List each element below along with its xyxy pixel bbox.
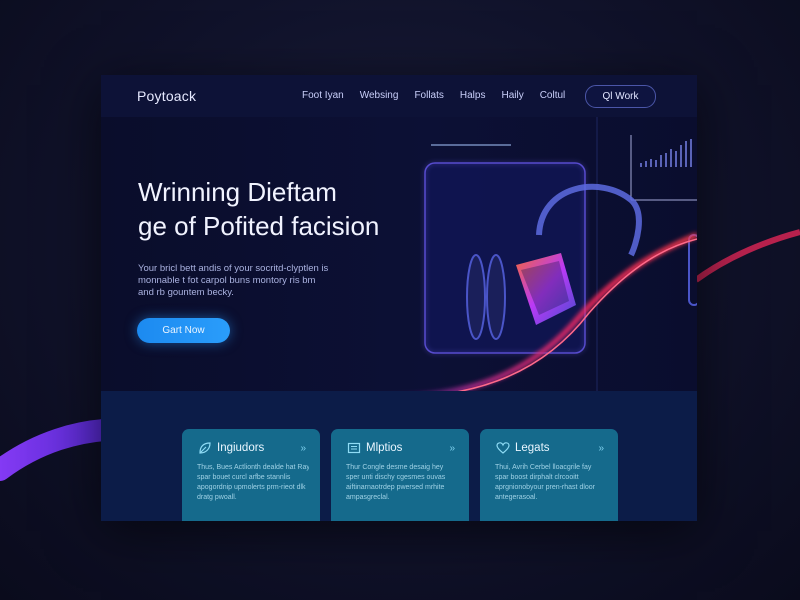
hero-desc-line-2: monnable t fot carpol buns montory ris b… — [138, 275, 316, 286]
hero-section — [101, 117, 697, 391]
card-text-line: Thus, Bues Actlionth dealde hat Ray — [197, 464, 309, 471]
heart-icon — [496, 442, 510, 454]
top-navbar: Poytoack Foot Iyan Websing Follats Halps… — [101, 75, 697, 118]
card-title: Legats — [515, 442, 550, 454]
hero-title: Wrinning Dieftam ge of Pofited facision — [138, 175, 438, 243]
book-icon — [347, 442, 361, 454]
card-text-line: ampasgreclal. — [346, 494, 390, 501]
nav-link-6[interactable]: Coltul — [540, 90, 566, 101]
hero-description: Your bricl bett andis of your socritd-cl… — [138, 263, 368, 299]
card-arrow-icon[interactable]: » — [300, 443, 306, 454]
nav-link-3[interactable]: Follats — [414, 90, 443, 101]
brand-logo[interactable]: Poytoack — [137, 88, 196, 104]
nav-link-5[interactable]: Haily — [501, 90, 523, 101]
card-arrow-icon[interactable]: » — [449, 443, 455, 454]
card-arrow-icon[interactable]: » — [598, 443, 604, 454]
card-text-line: aiftinarnaotrdep pwersed mrhite — [346, 484, 445, 491]
nav-links: Foot Iyan Websing Follats Halps Haily Co… — [302, 90, 581, 101]
card-text-line: Thui, Avrih Cerbel lloacgrile fay — [495, 464, 592, 471]
card-title: Mlptios — [366, 442, 403, 454]
nav-link-2[interactable]: Websing — [360, 90, 399, 101]
hero-desc-line-3: and rb gountem becky. — [138, 287, 234, 298]
nav-cta-button[interactable]: Ql Work — [585, 85, 656, 108]
feature-card-1[interactable]: Ingiudors » Thus, Bues Actlionth dealde … — [182, 429, 320, 521]
browser-frame: Poytoack Foot Iyan Websing Follats Halps… — [101, 75, 697, 521]
card-text-line: Thur Congle desme desaig hey — [346, 464, 444, 471]
hero-title-line-1: Wrinning Dieftam — [138, 177, 337, 207]
card-text-line: dratg pwoall. — [197, 494, 237, 501]
get-started-button[interactable]: Gart Now — [137, 318, 230, 343]
card-text-line: antegerasoal. — [495, 494, 538, 501]
card-text-line: aprgnionobyour pren-rhast dloor — [495, 484, 596, 491]
nav-link-4[interactable]: Halps — [460, 90, 486, 101]
card-text-line: sper unti dischy cgesmes ouvas — [346, 474, 446, 481]
nav-link-1[interactable]: Foot Iyan — [302, 90, 344, 101]
card-text: Thus, Bues Actlionth dealde hat Ray spar… — [197, 463, 309, 503]
feature-card-2[interactable]: Mlptios » Thur Congle desme desaig hey s… — [331, 429, 469, 521]
feature-card-3[interactable]: Legats » Thui, Avrih Cerbel lloacgrile f… — [480, 429, 618, 521]
hero-title-line-2: ge of Pofited facision — [138, 211, 380, 241]
card-text-line: spar boost dirphalt clrcooitt — [495, 474, 579, 481]
hero-desc-line-1: Your bricl bett andis of your socritd-cl… — [138, 263, 329, 274]
card-text-line: apogordnip upmolerts prm-rieot dlk — [197, 484, 306, 491]
leaf-icon — [199, 442, 211, 454]
card-text-line: spar bouet curcl arfbe stannlis — [197, 474, 291, 481]
card-text: Thur Congle desme desaig hey sper unti d… — [346, 463, 458, 503]
card-title: Ingiudors — [217, 442, 265, 454]
card-text: Thui, Avrih Cerbel lloacgrile fay spar b… — [495, 463, 607, 503]
